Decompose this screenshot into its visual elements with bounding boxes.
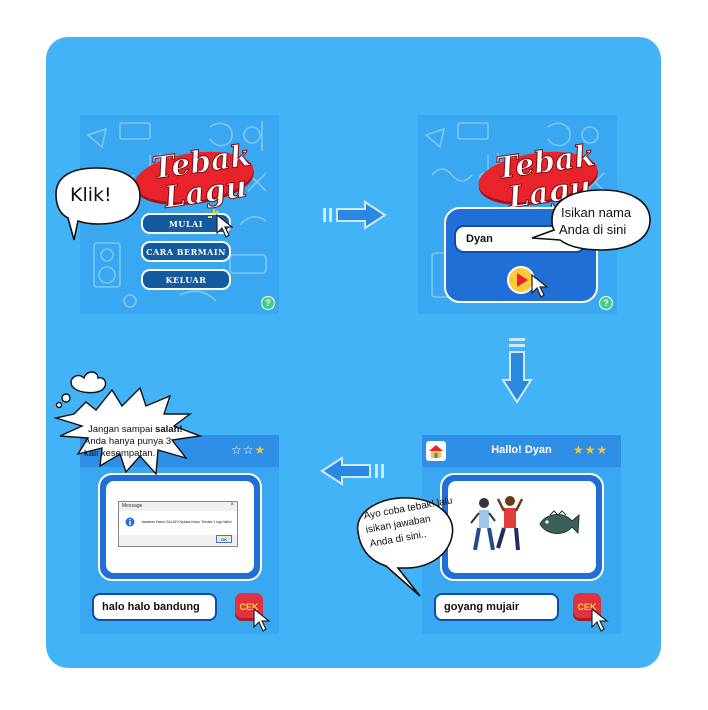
dialog-ok-button[interactable]: OK [216,535,232,543]
remaining-star-icon: ★ [254,443,267,457]
answer-input[interactable]: halo halo bandung [92,593,217,621]
lives-stars: ☆☆★ [231,443,266,457]
warning-text-line1: Jangan sampai salah! [88,424,183,435]
dialog-body: Jawaban Kamu SALAH! Nyawa Kamu Tersisa 1… [119,511,237,535]
fish-image [539,510,580,535]
dialog-title: Message [122,503,143,509]
cursor-pointer-icon [591,607,609,632]
warning-text-line3: kali kesempatan. [84,448,156,459]
cursor-pointer-icon [531,273,549,298]
warning-text-line2: Anda hanya punya 3 [84,436,172,447]
tebak-lagu-logo: Tebak Lagu [131,138,264,216]
speech-bubble-isikan-nama [531,189,651,251]
warning-text-pre: Jangan sampai [88,424,156,435]
message-dialog: Message × Jawaban Kamu SALAH! Nyawa Kamu… [118,501,238,547]
arrow-right-icon [323,200,387,230]
isikan-nama-text-line1: Isikan nama [561,205,632,220]
dialog-close-button[interactable]: × [230,502,234,508]
dancing-people-image [470,496,524,551]
help-icon[interactable]: ? [599,296,613,310]
dialog-message: Jawaban Kamu SALAH! Nyawa Kamu Tersisa 1… [141,520,232,524]
help-icon[interactable]: ? [261,296,275,310]
keluar-button[interactable]: KELUAR [141,269,231,290]
lives-stars: ★★★ [573,443,609,457]
arrow-left-icon [320,456,384,486]
lost-star-icon: ☆☆ [231,443,255,457]
warning-text-bold: salah! [155,424,183,435]
cursor-pointer-icon [216,213,234,238]
cursor-pointer-icon [253,607,271,632]
arrow-down-icon [501,338,533,404]
klik-text: Klik! [70,184,112,206]
info-icon [125,517,135,527]
cara-bermain-button[interactable]: CARA BERMAIN [141,241,231,262]
isikan-nama-text-line2: Anda di sini [559,222,627,237]
